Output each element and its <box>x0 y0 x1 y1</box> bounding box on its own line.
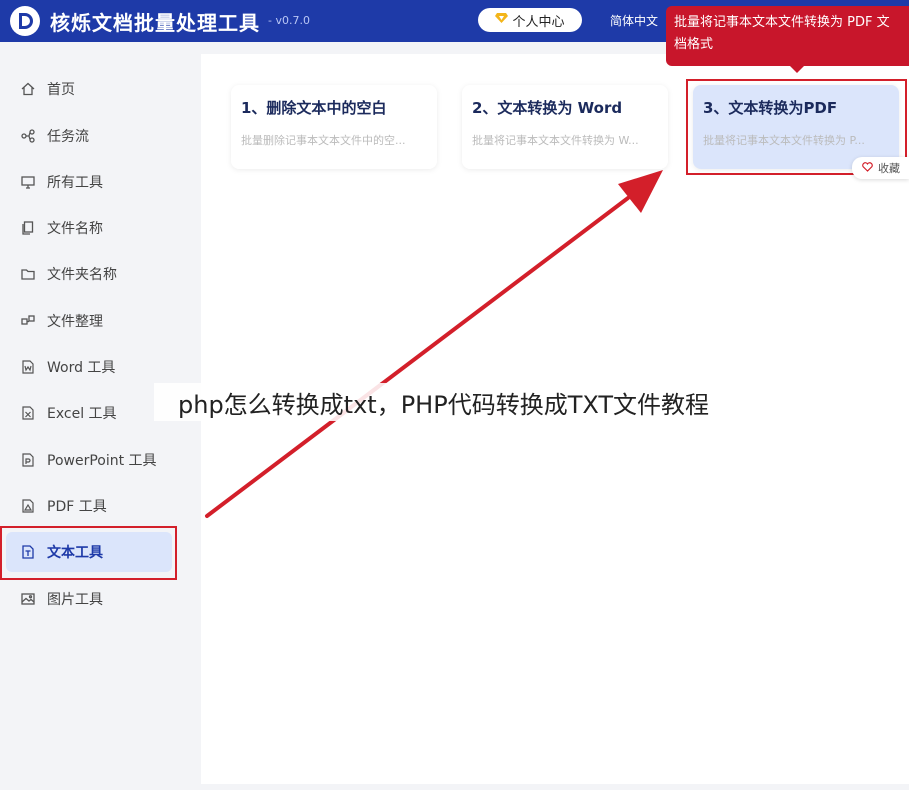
tool-card-desc: 批量将记事本文本文件转换为 W... <box>472 134 639 147</box>
tooltip: 批量将记事本文本文件转换为 PDF 文档格式 <box>666 6 909 66</box>
file-copy-icon <box>20 220 36 236</box>
app-title: 核烁文档批量处理工具 <box>50 11 260 35</box>
caption-overlay: php怎么转换成txt，PHP代码转换成TXT文件教程 <box>154 383 740 421</box>
sidebar-item-label: 图片工具 <box>47 592 103 608</box>
ppt-file-icon <box>20 452 36 468</box>
sidebar-item-home[interactable]: 首页 <box>6 69 172 109</box>
tool-card-desc: 批量删除记事本文本文件中的空... <box>241 134 406 147</box>
organize-icon <box>20 313 36 329</box>
sidebar-item-word-tools[interactable]: Word 工具 <box>6 347 172 387</box>
highlight-box-text-tools <box>0 526 177 580</box>
sidebar-item-folder-name[interactable]: 文件夹名称 <box>6 254 172 294</box>
app-version: - v0.7.0 <box>268 14 310 27</box>
pdf-file-icon <box>20 498 36 514</box>
excel-file-icon <box>20 405 36 421</box>
diamond-icon <box>495 12 509 28</box>
sidebar-item-label: PDF 工具 <box>47 499 107 515</box>
monitor-icon <box>20 174 36 190</box>
home-icon <box>20 81 36 97</box>
sidebar-item-file-name[interactable]: 文件名称 <box>6 208 172 248</box>
language-selector[interactable]: 简体中文 <box>610 12 658 29</box>
sidebar-item-file-organize[interactable]: 文件整理 <box>6 301 172 341</box>
sidebar-item-label: PowerPoint 工具 <box>47 453 157 469</box>
tool-card-remove-whitespace[interactable]: 1、删除文本中的空白 批量删除记事本文本文件中的空... <box>231 85 437 169</box>
sidebar-item-label: 文件整理 <box>47 314 103 330</box>
sidebar-item-label: Word 工具 <box>47 360 116 376</box>
sidebar-item-workflow[interactable]: 任务流 <box>6 116 172 156</box>
sidebar-item-label: Excel 工具 <box>47 406 117 422</box>
tool-card-text-to-word[interactable]: 2、文本转换为 Word 批量将记事本文本文件转换为 W... <box>462 85 668 169</box>
favorite-label: 收藏 <box>878 162 900 175</box>
logo-d-icon <box>10 6 40 36</box>
sidebar-item-image-tools[interactable]: 图片工具 <box>6 579 172 619</box>
favorite-button[interactable]: 收藏 <box>852 157 909 179</box>
sidebar-item-excel-tools[interactable]: Excel 工具 <box>6 393 172 433</box>
tool-card-title: 2、文本转换为 Word <box>472 99 623 117</box>
word-file-icon <box>20 359 36 375</box>
tool-card-title: 1、删除文本中的空白 <box>241 99 387 117</box>
image-icon <box>20 591 36 607</box>
sidebar-item-pdf-tools[interactable]: PDF 工具 <box>6 486 172 526</box>
sidebar-item-label: 任务流 <box>47 129 89 145</box>
user-center-button[interactable]: 个人中心 <box>478 8 582 32</box>
sidebar-item-label: 文件名称 <box>47 221 103 237</box>
sidebar-item-all-tools[interactable]: 所有工具 <box>6 162 172 202</box>
heart-icon <box>862 161 873 175</box>
sidebar-item-powerpoint-tools[interactable]: PowerPoint 工具 <box>6 440 172 480</box>
tooltip-pointer <box>789 65 805 73</box>
folder-icon <box>20 266 36 282</box>
sidebar-item-label: 首页 <box>47 82 75 98</box>
user-center-label: 个人中心 <box>512 14 565 30</box>
sidebar-item-label: 所有工具 <box>47 175 103 191</box>
sidebar-item-label: 文件夹名称 <box>47 267 117 283</box>
workflow-icon <box>20 128 36 144</box>
